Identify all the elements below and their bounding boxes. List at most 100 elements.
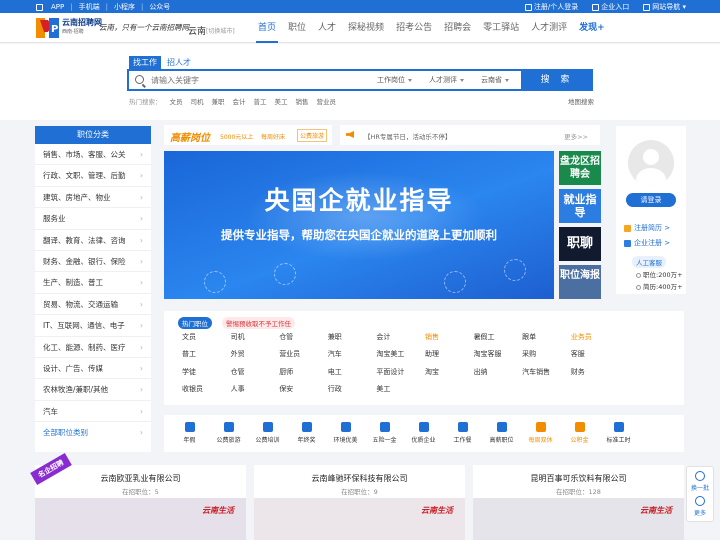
benefit-item[interactable]: 公积金: [560, 415, 599, 452]
site-nav-link[interactable]: 网站导航: [652, 3, 680, 11]
hot-job-item[interactable]: 助理: [425, 349, 474, 366]
company-card[interactable]: 云南欧亚乳业有限公司 在招职位：5 云南生活: [35, 465, 246, 540]
assessment-select[interactable]: 人才测评: [429, 75, 464, 85]
category-item[interactable]: 财务、金融、银行、保险 ›: [35, 251, 151, 273]
hot-job-item[interactable]: 营业员: [279, 349, 328, 366]
nav-talent[interactable]: 人才: [312, 13, 342, 43]
benefit-item[interactable]: 高薪职位: [482, 415, 521, 452]
hot-job-item[interactable]: 淘宝客服: [474, 349, 523, 366]
company-register-link[interactable]: 企业注册 >: [624, 238, 670, 248]
hot-job-item[interactable]: 文员: [182, 332, 231, 349]
hot-job-item[interactable]: 仓管: [279, 332, 328, 349]
map-search-link[interactable]: 地图搜索: [568, 96, 594, 106]
hot-job-item[interactable]: 学徒: [182, 367, 231, 384]
hot-job-item[interactable]: 采购: [522, 349, 571, 366]
site-logo[interactable]: P: [36, 16, 60, 40]
tab-find-talent[interactable]: 招人才: [163, 56, 195, 69]
hot-job-item[interactable]: 会计: [376, 332, 425, 349]
hot-search-item[interactable]: 营业员: [317, 96, 337, 106]
nav-home[interactable]: 首页: [252, 13, 282, 43]
hot-job-item[interactable]: 淘宝: [425, 367, 474, 384]
tile-employment-guide[interactable]: 就业指导: [559, 189, 601, 223]
company-card[interactable]: 云南峰驰环保科技有限公司 在招职位：9 云南生活: [254, 465, 465, 540]
category-item[interactable]: 建筑、房地产、物业 ›: [35, 187, 151, 209]
hot-job-item[interactable]: 财务: [571, 367, 620, 384]
category-item[interactable]: 行政、文职、管理、后勤 ›: [35, 165, 151, 187]
category-item[interactable]: 农林牧渔/兼职/其他 ›: [35, 379, 151, 401]
hot-job-item[interactable]: 司机: [231, 332, 280, 349]
hot-job-item[interactable]: 兼职: [328, 332, 377, 349]
switch-city-link[interactable]: [切换城市]: [206, 26, 235, 35]
app-link[interactable]: APP: [51, 3, 64, 11]
hot-job-item[interactable]: 行政: [328, 384, 377, 401]
benefit-item[interactable]: 环境优美: [326, 415, 365, 452]
nav-discover[interactable]: 发现+: [573, 13, 611, 43]
category-item[interactable]: 设计、广告、传媒 ›: [35, 358, 151, 380]
category-item[interactable]: 销售、市场、客服、公关 ›: [35, 144, 151, 166]
hot-search-item[interactable]: 司机: [191, 96, 204, 106]
benefit-item[interactable]: 公费培训: [248, 415, 287, 452]
hot-search-item[interactable]: 销售: [296, 96, 309, 106]
benefit-item[interactable]: 年假: [170, 415, 209, 452]
tile-job-fair[interactable]: 盘龙区招聘会: [559, 151, 601, 185]
hot-job-item[interactable]: 收银员: [182, 384, 231, 401]
category-item[interactable]: 服务业 ›: [35, 208, 151, 230]
category-item[interactable]: 汽车 ›: [35, 401, 151, 423]
hot-job-item[interactable]: 汽车销售: [522, 367, 571, 384]
category-item[interactable]: 化工、能源、制药、医疗 ›: [35, 337, 151, 358]
company-entry-link[interactable]: 企业入口: [601, 3, 629, 11]
benefit-item[interactable]: 工作餐: [443, 415, 482, 452]
category-item[interactable]: IT、互联网、通信、电子 ›: [35, 315, 151, 337]
hot-job-item[interactable]: 业务员: [571, 332, 620, 349]
category-item[interactable]: 翻译、教育、法律、咨询 ›: [35, 230, 151, 251]
refresh-batch-button[interactable]: 换一批: [691, 485, 709, 492]
hot-job-item[interactable]: 客服: [571, 349, 620, 366]
miniprogram-link[interactable]: 小程序: [114, 2, 135, 12]
customer-service-button[interactable]: 人工客服: [632, 256, 666, 268]
search-button[interactable]: 搜 索: [521, 69, 593, 91]
hot-job-item[interactable]: 保安: [279, 384, 328, 401]
hot-job-item[interactable]: 外贸: [231, 349, 280, 366]
hot-job-item[interactable]: 仓管: [231, 367, 280, 384]
mobile-link[interactable]: 手机端: [79, 2, 100, 12]
nav-jobs[interactable]: 职位: [282, 13, 312, 43]
hot-search-item[interactable]: 兼职: [212, 96, 225, 106]
hot-job-item[interactable]: 普工: [182, 349, 231, 366]
company-card[interactable]: 昆明百事可乐饮料有限公司 在招职位：128 云南生活: [473, 465, 684, 540]
register-resume-link[interactable]: 注册简历 >: [624, 223, 670, 233]
nav-gig-station[interactable]: 零工驿站: [477, 13, 525, 43]
tab-find-job[interactable]: 找工作: [129, 56, 161, 69]
hot-job-item[interactable]: 电工: [328, 367, 377, 384]
tile-job-chat[interactable]: 职聊: [559, 227, 601, 261]
nav-job-fairs[interactable]: 招聘会: [438, 13, 477, 43]
hot-job-item[interactable]: 汽车: [328, 349, 377, 366]
hot-job-item[interactable]: 跟单: [522, 332, 571, 349]
all-categories-link[interactable]: 全部职位类别 ›: [35, 422, 151, 443]
notice-more-link[interactable]: 更多>>: [564, 131, 588, 141]
province-select[interactable]: 云南省: [481, 75, 509, 85]
benefit-item[interactable]: 公费旅游: [209, 415, 248, 452]
hot-job-item[interactable]: 美工: [376, 384, 425, 401]
hot-search-item[interactable]: 美工: [275, 96, 288, 106]
category-item[interactable]: 贸易、物流、交通运输 ›: [35, 294, 151, 316]
personal-login-link[interactable]: 注册/个人登录: [534, 3, 578, 11]
login-button[interactable]: 请登录: [626, 193, 676, 207]
hot-job-item[interactable]: 人事: [231, 384, 280, 401]
fraud-warning[interactable]: 警惕预收取不予工作任: [222, 317, 295, 329]
hot-job-item[interactable]: 出纳: [474, 367, 523, 384]
hot-job-item[interactable]: 暑假工: [474, 332, 523, 349]
nav-assessment[interactable]: 人才测评: [525, 13, 573, 43]
notice-text[interactable]: 【HR专属节日，活动乐不停】: [364, 131, 451, 141]
benefit-item[interactable]: 年终奖: [287, 415, 326, 452]
benefit-item[interactable]: 优质企业: [404, 415, 443, 452]
category-item[interactable]: 生产、制造、普工 ›: [35, 272, 151, 294]
hot-job-item[interactable]: 厨师: [279, 367, 328, 384]
hot-job-item[interactable]: 淘宝美工: [376, 349, 425, 366]
hot-search-item[interactable]: 普工: [254, 96, 267, 106]
hot-search-item[interactable]: 文员: [170, 96, 183, 106]
nav-videos[interactable]: 探秘视频: [342, 13, 390, 43]
position-select[interactable]: 工作岗位: [377, 75, 412, 85]
more-button[interactable]: 更多: [694, 510, 706, 517]
high-salary-strip[interactable]: 高薪岗位 5000元以上 每周好床 公费旅游: [164, 125, 332, 145]
banner-carousel[interactable]: 央国企就业指导 提供专业指导，帮助您在央国企就业的道路上更加顺利: [164, 151, 554, 299]
